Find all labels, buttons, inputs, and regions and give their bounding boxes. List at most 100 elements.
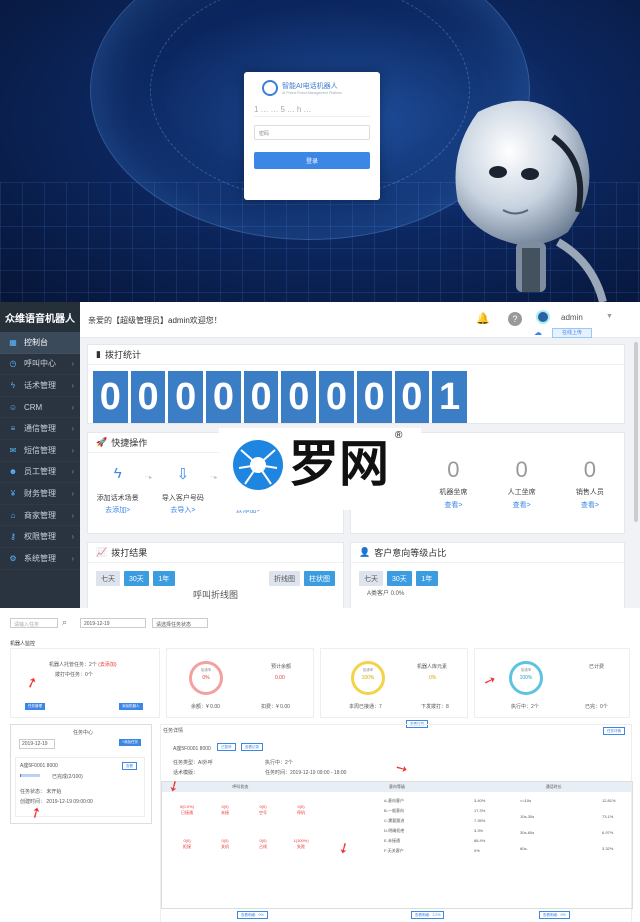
chevron-right-icon: › [71, 532, 74, 542]
task-search-input[interactable]: 请输入任务 [10, 618, 58, 628]
call-status-cell[interactable]: 0(0.0%) 已接通 [172, 804, 202, 816]
call-status-cell[interactable]: 1(100%) 失败 [286, 838, 316, 850]
dial-stats-title: 拨打统计 [104, 350, 141, 360]
call-status-label: 已接通 [181, 810, 193, 815]
pause-tag[interactable]: 已暂停 [217, 743, 236, 751]
user-name[interactable]: admin [561, 313, 583, 322]
call-status-cell[interactable]: 0(0) 空号 [248, 804, 278, 816]
add-task-button[interactable]: +添加任务 [119, 739, 142, 746]
range-button-30d[interactable]: 30天 [387, 571, 412, 586]
stat-view-link[interactable]: 查看> [424, 500, 482, 510]
bell-icon[interactable]: 🔔 [476, 312, 490, 326]
call-status-cell[interactable]: 0(0) 停机 [286, 804, 316, 816]
online-upload-button[interactable]: 在线上传 [552, 328, 592, 338]
sidebar-item[interactable]: ☻ 员工管理 › [0, 462, 80, 484]
quick-op-link[interactable]: 去添加> [94, 505, 141, 515]
monitor-panel: 请输入任务 ⌕ 2019-12-19 请选择任务状态 机器人监控 机器人托管任务… [0, 608, 640, 922]
ring-value: 0% [202, 675, 210, 681]
call-status-cell[interactable]: 0(0) 拒接 [172, 838, 202, 850]
scrollbar[interactable] [634, 342, 638, 522]
call-status-label: 失败 [297, 844, 305, 849]
password-field[interactable]: 密码 [254, 125, 370, 140]
call-status-cell[interactable]: 0(0) 占线 [248, 838, 278, 850]
sidebar-item[interactable]: ϟ 话术管理 › [0, 375, 80, 397]
balance-foot1: 余额：¥ 0.00 [191, 704, 220, 710]
chevron-down-icon[interactable]: ▼ [606, 313, 613, 320]
billing-foot1: 执行中：2个 [511, 704, 539, 710]
range-button-1y[interactable]: 1年 [415, 571, 438, 586]
monitor-section-title: 机器人监控 [10, 641, 36, 647]
login-card: 智能AI电话机器人 AI Phone Robot Management Plat… [244, 72, 380, 200]
chevron-right-icon: › [71, 467, 74, 477]
dial-result-panel: 📈 拨打结果 七天 30天 1年 折线图 柱状图 呼叫折线图 [87, 542, 344, 608]
quick-op-label: 添加话术场景 [96, 495, 139, 502]
quick-op-step[interactable]: ϟ 添加话术场景 去添加> [94, 465, 141, 515]
chevron-right-icon: › [71, 380, 74, 390]
sidebar-item[interactable]: ⌂ 商家管理 › [0, 505, 80, 527]
duration-value: 3.32% [602, 846, 614, 851]
duration-label: <=10s [520, 798, 532, 803]
range-button-30d[interactable]: 30天 [124, 571, 149, 586]
username-field[interactable]: 1……5…h… [254, 103, 370, 117]
table-header: 呼叫状态 意向等级 通话时长 [162, 782, 632, 792]
stat-column: 0 机器坐席 查看> [424, 457, 482, 510]
counter-digit: 0 [243, 371, 279, 423]
sidebar-item[interactable]: ▦ 控制台 [0, 332, 80, 354]
date-input[interactable]: 2019-12-19 [80, 618, 146, 628]
call-status-cell[interactable]: 0(0) 未接 [210, 804, 240, 816]
duration-row: 60s- 3.32% [520, 846, 628, 851]
bar-view-button[interactable]: 柱状图 [304, 571, 335, 586]
line-chart-icon: 📈 [96, 547, 108, 557]
range-button-1y[interactable]: 1年 [152, 571, 175, 586]
balance-foot2: 扣费：¥ 0.00 [261, 704, 290, 710]
help-icon[interactable]: ? [508, 312, 522, 326]
spider-logo-icon [233, 440, 283, 490]
sidebar-item-label: 财务管理 [24, 488, 56, 498]
add-robot-button[interactable]: 添加机器人 [119, 703, 143, 710]
sidebar-item[interactable]: ✉ 短信管理 › [0, 440, 80, 462]
stat-view-link[interactable]: 查看> [493, 500, 551, 510]
detail-table: 呼叫状态 意向等级 通话时长 0(0.0%) 已接通 0(0) 未接 0(0) 空号 0(0) 停… [161, 781, 633, 909]
range-button-7d[interactable]: 七天 [359, 571, 383, 586]
top-bar: 亲爱的【超级管理员】admin欢迎您！ 🔔 ? admin ▼ ☁ 在线上传 [80, 302, 640, 338]
view-detail-button[interactable]: 查看明细：0% [237, 911, 268, 919]
balance-title: 预计余额 [271, 664, 292, 670]
login-button[interactable]: 登录 [254, 152, 370, 169]
duration-label: 60s- [520, 846, 528, 851]
status-select[interactable]: 请选择任务状态 [152, 618, 208, 628]
sidebar-item[interactable]: ⚙ 系统管理 › [0, 548, 80, 570]
connect-rate-ring: 接通率 100% [351, 661, 385, 695]
line-view-button[interactable]: 折线图 [269, 571, 300, 586]
view-detail-button[interactable]: 查看明细：0% [539, 911, 570, 919]
add-task-link[interactable]: (去添加) [98, 662, 116, 668]
avatar[interactable] [536, 310, 550, 324]
sidebar-item[interactable]: ◷ 呼叫中心 › [0, 354, 80, 376]
view-detail-button[interactable]: 查看明细：2.2% [411, 911, 445, 919]
sidebar-item-label: 商家管理 [24, 510, 56, 520]
detail-line1b: 执行中：2个 [265, 760, 293, 766]
customer-level-title: 客户意向等级占比 [374, 548, 447, 558]
registered-mark: ® [395, 430, 403, 441]
intent-level-label: E-未接通 [384, 838, 400, 843]
stat-view-link[interactable]: 查看> [561, 500, 619, 510]
search-icon[interactable]: ⌕ [62, 617, 67, 628]
counter-digit: 1 [432, 371, 467, 423]
call-status-cell[interactable]: 0(0) 关机 [210, 838, 240, 850]
dial-result-title: 拨打结果 [111, 548, 148, 558]
task-center-date[interactable]: 2019-12-19 [19, 739, 55, 749]
range-button-7d[interactable]: 七天 [96, 571, 120, 586]
sidebar-item[interactable]: ¥ 财务管理 › [0, 483, 80, 505]
sidebar-item[interactable]: ⚷ 权限管理 › [0, 526, 80, 548]
record-tag[interactable]: 查看记录 [241, 743, 263, 751]
sidebar-item[interactable]: ≡ 通信管理 › [0, 418, 80, 440]
sidebar-item[interactable]: ☺ CRM › [0, 397, 80, 419]
task-view-button[interactable]: 查看 [122, 762, 137, 770]
quick-op-step[interactable]: ⇩ 导入客户号码 去导入> [159, 465, 206, 515]
quick-op-label: 导入客户号码 [161, 495, 204, 502]
duration-value: 73.1% [602, 814, 614, 819]
welcome-text: 亲爱的【超级管理员】admin欢迎您！ [88, 316, 222, 325]
quick-op-link[interactable]: 去导入> [159, 505, 206, 515]
task-manage-button[interactable]: 任务管理 [25, 703, 45, 710]
detail-line2b: 任务时间：2019-12-19 09:00 - 18:00 [265, 770, 347, 776]
detail-top-button[interactable]: 任务详情 [603, 727, 625, 735]
